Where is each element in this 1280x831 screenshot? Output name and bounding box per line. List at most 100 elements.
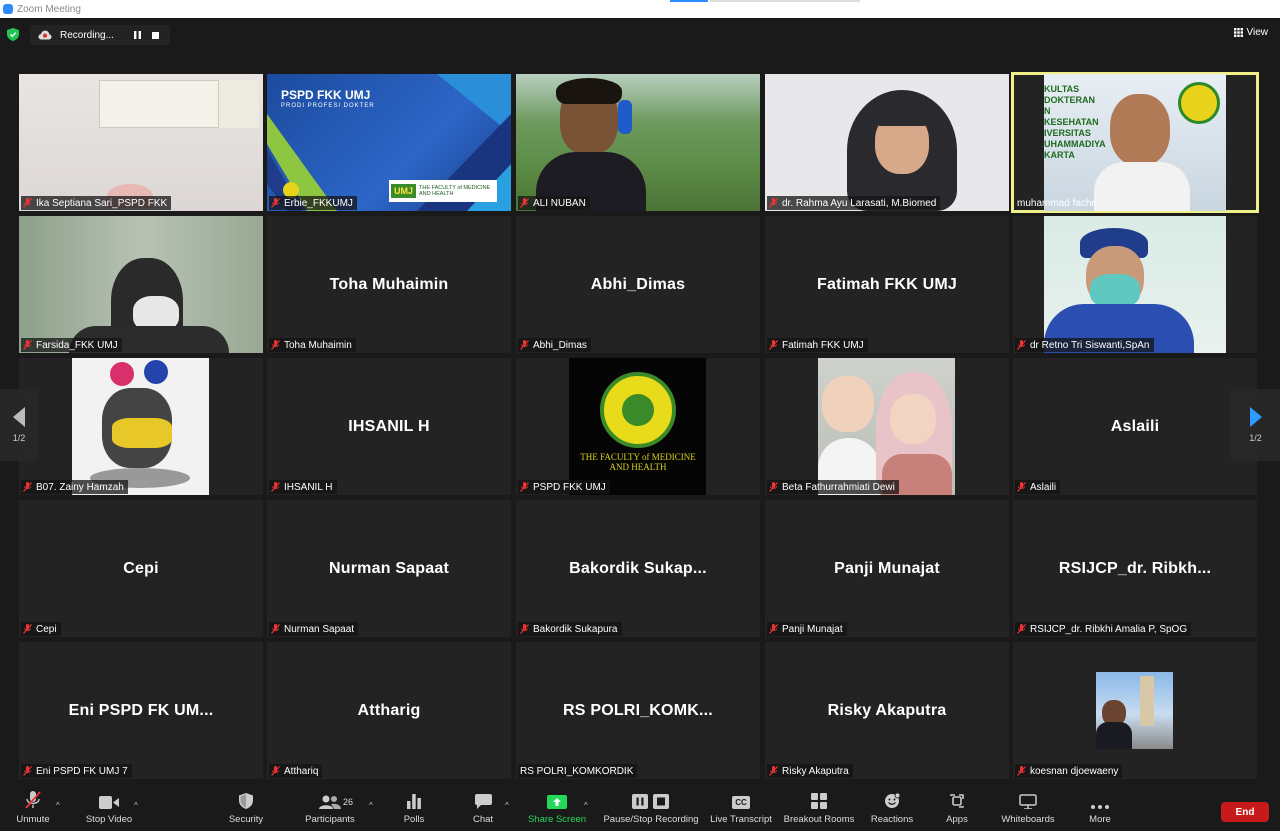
muted-mic-icon [23, 766, 32, 776]
page-indicator-right: 1/2 [1249, 433, 1262, 443]
participant-display-name: IHSANIL H [348, 417, 430, 435]
video-tile[interactable]: Aslaili Aslaili [1013, 358, 1257, 495]
video-tile[interactable]: Panji Munajat Panji Munajat [765, 500, 1009, 637]
muted-mic-icon [271, 766, 280, 776]
video-tile[interactable]: koesnan djoewaeny [1013, 642, 1257, 779]
video-tile[interactable]: Farsida_FKK UMJ [19, 216, 263, 353]
video-tile[interactable]: Risky Akaputra Risky Akaputra [765, 642, 1009, 779]
more-button[interactable]: More [1084, 787, 1116, 831]
video-tile[interactable]: PSPD FKK UMJ PRODI PROFESI DOKTER UMJ TH… [267, 74, 511, 211]
apps-button[interactable]: Apps [940, 787, 974, 831]
video-tile[interactable]: dr. Rahma Ayu Larasati, M.Biomed [765, 74, 1009, 211]
participant-video [19, 74, 263, 211]
video-tile[interactable]: THE FACULTY of MEDICINE AND HEALTH PSPD … [516, 358, 760, 495]
whiteboards-button[interactable]: Whiteboards [998, 787, 1058, 831]
page-indicator-left: 1/2 [12, 433, 26, 443]
video-camera-icon [99, 796, 119, 809]
pause-recording-button[interactable] [130, 28, 144, 42]
faculty-caption: THE FACULTY of MEDICINE AND HEALTH [580, 452, 696, 472]
muted-mic-icon [271, 198, 280, 208]
participants-count-badge: 26 [343, 797, 354, 807]
participant-display-name: Bakordik Sukap... [569, 559, 707, 577]
faculty-seal-icon [1178, 82, 1220, 124]
participant-avatar [1096, 672, 1173, 749]
faculty-sign: KULTAS DOKTERAN N KESEHATAN IVERSITAS UH… [1044, 84, 1106, 160]
participant-video: KULTAS DOKTERAN N KESEHATAN IVERSITAS UH… [1044, 74, 1226, 211]
live-transcript-button[interactable]: CC Live Transcript [710, 787, 772, 831]
recording-indicator: Recording... [30, 25, 170, 45]
zoom-logo-icon [3, 4, 13, 14]
share-screen-button[interactable]: Share Screen [528, 787, 586, 831]
participant-avatar [818, 358, 955, 495]
participant-name-label: Panji Munajat [767, 622, 847, 636]
participants-button[interactable]: Participants [302, 787, 358, 831]
security-button[interactable]: Security [224, 787, 268, 831]
meeting-toolbar: Unmute ^ Stop Video ^ Security Participa… [0, 787, 1280, 831]
video-options-caret[interactable]: ^ [134, 801, 138, 810]
muted-mic-icon [769, 198, 778, 208]
participant-name-label: Fatimah FKK UMJ [767, 338, 868, 352]
video-tile[interactable]: Abhi_Dimas Abhi_Dimas [516, 216, 760, 353]
video-tile[interactable]: ALI NUBAN [516, 74, 760, 211]
video-tile[interactable]: dr Retno Tri Siswanti,SpAn [1013, 216, 1257, 353]
audio-options-caret[interactable]: ^ [56, 801, 60, 810]
participant-display-name: Cepi [123, 559, 159, 577]
participant-name-label: IHSANIL H [269, 480, 337, 494]
participant-display-name: Toha Muhaimin [329, 275, 449, 293]
participant-name-label: Eni PSPD FK UMJ 7 [21, 764, 132, 778]
video-tile[interactable]: Eni PSPD FK UM... Eni PSPD FK UMJ 7 [19, 642, 263, 779]
participant-name-label: dr. Rahma Ayu Larasati, M.Biomed [767, 196, 941, 210]
participant-name-label: muhammad fachri [1017, 197, 1098, 209]
end-meeting-button[interactable]: End [1221, 802, 1269, 822]
participant-name-label: Abhi_Dimas [518, 338, 591, 352]
share-options-caret[interactable]: ^ [584, 801, 588, 810]
window-drag-area[interactable] [710, 0, 860, 2]
previous-page-button[interactable]: 1/2 [0, 389, 38, 461]
next-page-button[interactable]: 1/2 [1231, 389, 1280, 461]
participant-name-label: Risky Akaputra [767, 764, 853, 778]
participants-options-caret[interactable]: ^ [369, 801, 373, 810]
polls-button[interactable]: Polls [398, 787, 430, 831]
reactions-button[interactable]: Reactions [870, 787, 914, 831]
chat-button[interactable]: Chat [466, 787, 500, 831]
muted-mic-icon [23, 340, 32, 350]
participant-name-label: Atthariq [269, 764, 323, 778]
chevron-left-icon [13, 407, 25, 427]
video-tile[interactable]: RSIJCP_dr. Ribkh... RSIJCP_dr. Ribkhi Am… [1013, 500, 1257, 637]
emoji-reaction-icon [885, 793, 900, 808]
video-tile[interactable]: Ika Septiana Sari_PSPD FKK [19, 74, 263, 211]
view-button[interactable]: View [1233, 27, 1268, 38]
video-tile[interactable]: Nurman Sapaat Nurman Sapaat [267, 500, 511, 637]
muted-mic-icon [271, 624, 280, 634]
video-tile[interactable]: Toha Muhaimin Toha Muhaimin [267, 216, 511, 353]
participant-name-label: PSPD FKK UMJ [518, 480, 610, 494]
participant-video [1044, 216, 1226, 353]
video-tile[interactable]: RS POLRI_KOMK... RS POLRI_KOMKORDIK [516, 642, 760, 779]
video-tile-active-speaker[interactable]: KULTAS DOKTERAN N KESEHATAN IVERSITAS UH… [1011, 72, 1259, 213]
video-tile[interactable]: IHSANIL H IHSANIL H [267, 358, 511, 495]
banner-title: PSPD FKK UMJ [281, 88, 371, 102]
stop-video-button[interactable]: Stop Video [82, 787, 136, 831]
participant-name-label: Farsida_FKK UMJ [21, 338, 122, 352]
video-tile[interactable]: B07. Zainy Hamzah [19, 358, 263, 495]
video-tile[interactable]: Cepi Cepi [19, 500, 263, 637]
participant-display-name: Aslaili [1110, 417, 1160, 435]
muted-mic-icon [1017, 624, 1026, 634]
stop-recording-button[interactable] [148, 28, 162, 42]
chat-options-caret[interactable]: ^ [505, 801, 509, 810]
unmute-button[interactable]: Unmute [10, 787, 56, 831]
video-tile[interactable]: Attharig Atthariq [267, 642, 511, 779]
video-tile[interactable]: Fatimah FKK UMJ Fatimah FKK UMJ [765, 216, 1009, 353]
muted-mic-icon [1017, 482, 1026, 492]
pause-stop-recording-icon [632, 794, 669, 809]
participant-name-label: Ika Septiana Sari_PSPD FKK [21, 196, 172, 210]
grid-view-icon [1233, 28, 1243, 37]
participant-name-label: Bakordik Sukapura [518, 622, 622, 636]
encryption-shield-icon[interactable] [7, 28, 19, 41]
muted-mic-icon [769, 624, 778, 634]
chat-bubble-icon [474, 794, 492, 809]
video-tile[interactable]: Beta Fathurrahmiati Dewi [765, 358, 1009, 495]
breakout-rooms-button[interactable]: Breakout Rooms [784, 787, 854, 831]
pause-stop-recording-button[interactable]: Pause/Stop Recording [602, 787, 700, 831]
video-tile[interactable]: Bakordik Sukap... Bakordik Sukapura [516, 500, 760, 637]
